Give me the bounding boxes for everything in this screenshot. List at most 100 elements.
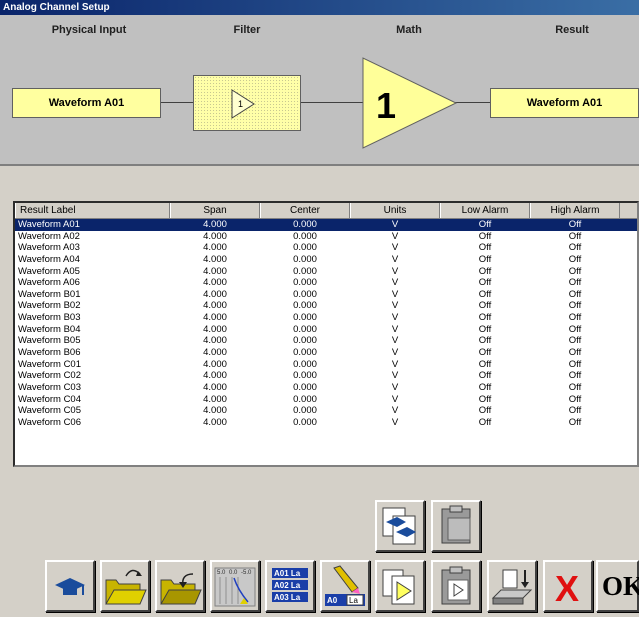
col-units[interactable]: Units [350,203,440,218]
cell-low-alarm: Off [478,347,492,359]
label-list-1: A01 La [274,569,301,578]
scale-button[interactable]: 5.0 0.0 -5.0 [210,560,260,612]
header-result: Result [555,24,589,36]
cell-result-label: Waveform B06 [18,347,81,359]
table-row[interactable]: Waveform B03 4.000 0.000 V Off Off [15,312,637,324]
save-button[interactable] [155,560,205,612]
cell-low-alarm: Off [478,381,492,393]
filter-button[interactable] [375,560,425,612]
cell-units: V [391,405,399,417]
cell-low-alarm: Off [478,335,492,347]
cell-high-alarm: Off [568,242,582,254]
physical-input-block[interactable]: Waveform A01 [12,88,161,118]
cell-span: 4.000 [203,370,227,382]
table-row[interactable]: Waveform C02 4.000 0.000 V Off Off [15,370,637,382]
cell-units: V [391,358,399,370]
cell-low-alarm: Off [478,230,492,242]
cell-span: 4.000 [203,323,227,335]
cell-units: V [391,416,399,428]
col-high-alarm[interactable]: High Alarm [530,203,620,218]
cell-result-label: Waveform A03 [18,242,80,254]
table-body: Waveform A01 4.000 0.000 V Off Off Waveform A0… [15,219,637,429]
window-title: Analog Channel Setup [0,0,639,15]
cell-result-label: Waveform C05 [18,405,81,417]
help-button[interactable] [45,560,95,612]
cell-low-alarm: Off [478,323,492,335]
cell-units: V [391,347,399,359]
table-row[interactable]: Waveform C04 4.000 0.000 V Off Off [15,394,637,406]
table-row[interactable]: Waveform C01 4.000 0.000 V Off Off [15,359,637,371]
filter-value: 1 [238,99,243,109]
filter-block[interactable]: 1 [193,75,301,131]
cancel-button[interactable]: X [543,560,593,612]
cell-span: 4.000 [203,393,227,405]
cell-result-label: Waveform C06 [18,416,81,428]
cell-span: 4.000 [203,288,227,300]
result-block[interactable]: Waveform A01 [490,88,639,118]
cell-result-label: Waveform B02 [18,300,81,312]
scale-tick-1: 5.0 [217,570,226,576]
cell-units: V [391,335,399,347]
table-row[interactable]: Waveform A01 4.000 0.000 V Off Off [15,219,637,231]
export-button[interactable] [487,560,537,612]
cell-span: 4.000 [203,230,227,242]
label-list-button[interactable]: A01 La A02 La A03 La [265,560,315,612]
cell-result-label: Waveform C01 [18,358,81,370]
label-edit-button[interactable]: A0 La [320,560,370,612]
table-row[interactable]: Waveform B05 4.000 0.000 V Off Off [15,335,637,347]
table-row[interactable]: Waveform C03 4.000 0.000 V Off Off [15,382,637,394]
cell-low-alarm: Off [478,358,492,370]
paste-button[interactable] [431,500,481,552]
col-result-label[interactable]: Result Label [15,203,170,218]
spacer [0,168,639,198]
cell-center: 0.000 [293,347,317,359]
col-center[interactable]: Center [260,203,350,218]
copy-icon [382,507,416,545]
cell-result-label: Waveform C02 [18,370,81,382]
table-row[interactable]: Waveform B06 4.000 0.000 V Off Off [15,347,637,359]
table-row[interactable]: Waveform C06 4.000 0.000 V Off Off [15,417,637,429]
cell-span: 4.000 [203,277,227,289]
cell-result-label: Waveform A01 [18,219,80,230]
header-math: Math [396,24,422,36]
table-row[interactable]: Waveform A05 4.000 0.000 V Off Off [15,266,637,278]
cell-high-alarm: Off [568,288,582,300]
cell-units: V [391,230,399,242]
cell-result-label: Waveform A02 [18,230,80,242]
col-span[interactable]: Span [170,203,260,218]
cell-low-alarm: Off [478,219,492,230]
table-row[interactable]: Waveform A03 4.000 0.000 V Off Off [15,242,637,254]
cell-result-label: Waveform A05 [18,265,80,277]
cell-high-alarm: Off [568,253,582,265]
open-button[interactable] [100,560,150,612]
table-row[interactable]: Waveform C05 4.000 0.000 V Off Off [15,405,637,417]
cell-center: 0.000 [293,405,317,417]
cell-high-alarm: Off [568,277,582,289]
cell-span: 4.000 [203,335,227,347]
cell-span: 4.000 [203,358,227,370]
table-row[interactable]: Waveform A06 4.000 0.000 V Off Off [15,277,637,289]
wire-math-result [455,102,491,103]
table-row[interactable]: Waveform B02 4.000 0.000 V Off Off [15,300,637,312]
cell-high-alarm: Off [568,265,582,277]
copy-button[interactable] [375,500,425,552]
ok-button[interactable]: OK [596,560,639,612]
channel-table[interactable]: Result Label Span Center Units Low Alarm… [13,201,639,467]
cell-span: 4.000 [203,405,227,417]
math-icon [441,566,471,605]
cell-center: 0.000 [293,335,317,347]
cancel-glyph: X [555,568,579,609]
math-block[interactable]: 1 [362,57,458,154]
col-low-alarm[interactable]: Low Alarm [440,203,530,218]
table-row[interactable]: Waveform B01 4.000 0.000 V Off Off [15,289,637,301]
cell-high-alarm: Off [568,312,582,324]
table-row[interactable]: Waveform B04 4.000 0.000 V Off Off [15,324,637,336]
cell-units: V [391,242,399,254]
math-button[interactable] [431,560,481,612]
cell-high-alarm: Off [568,219,582,230]
cell-result-label: Waveform C04 [18,393,81,405]
table-row[interactable]: Waveform A02 4.000 0.000 V Off Off [15,231,637,243]
table-row[interactable]: Waveform A04 4.000 0.000 V Off Off [15,254,637,266]
header-filter: Filter [233,24,261,36]
cell-low-alarm: Off [478,288,492,300]
